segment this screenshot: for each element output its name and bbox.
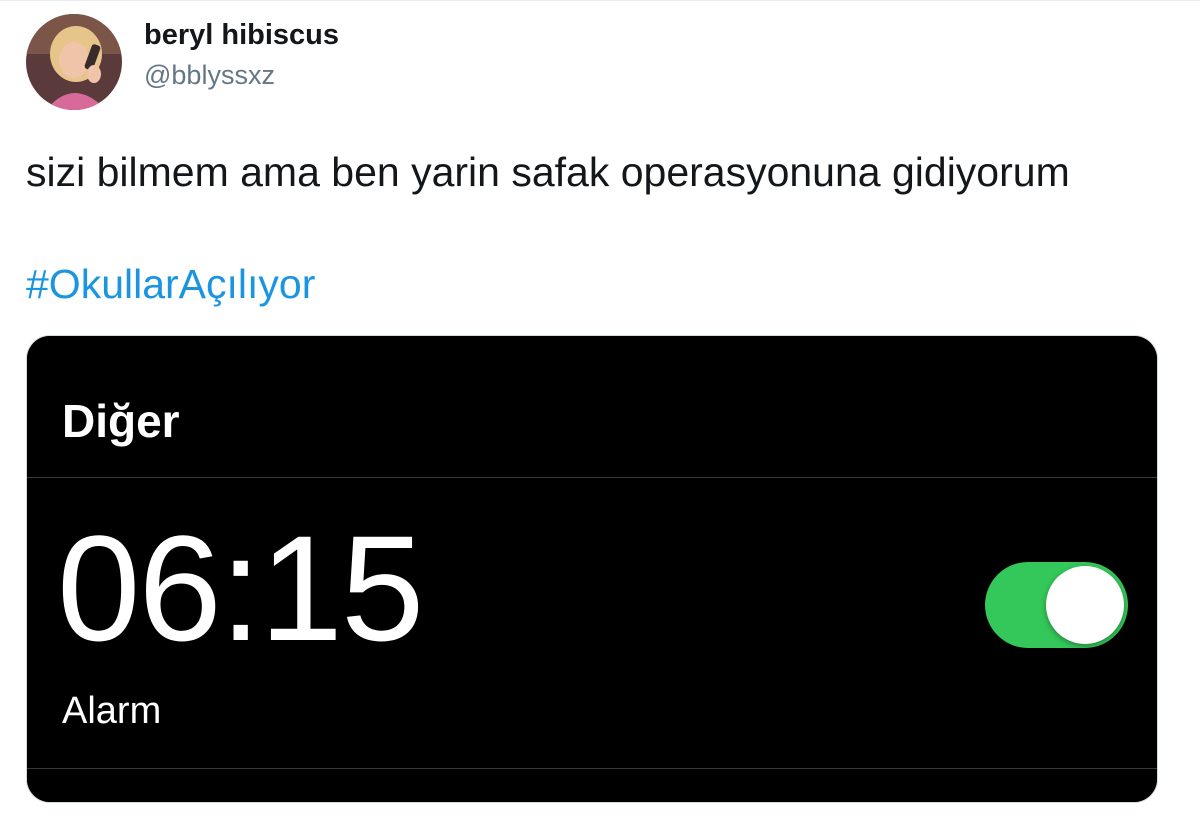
author-display-name[interactable]: beryl hibiscus xyxy=(144,18,339,52)
bottom-divider xyxy=(27,768,1157,769)
author-block: beryl hibiscus @bblyssxz xyxy=(144,18,339,92)
alarm-time: 06:15 xyxy=(57,504,424,672)
tweet-page: beryl hibiscus @bblyssxz sizi bilmem ama… xyxy=(0,0,1200,818)
section-divider xyxy=(27,477,1157,478)
tweet-header: beryl hibiscus @bblyssxz xyxy=(26,14,339,110)
toggle-knob xyxy=(1046,566,1124,644)
tweet-text: sizi bilmem ama ben yarin safak operasyo… xyxy=(26,149,1070,195)
author-handle[interactable]: @bblyssxz xyxy=(144,58,339,92)
alarm-screenshot: Diğer 06:15 Alarm xyxy=(27,336,1157,802)
tweet-media-card[interactable]: Diğer 06:15 Alarm xyxy=(26,335,1158,803)
avatar[interactable] xyxy=(26,14,122,110)
top-divider xyxy=(0,0,1200,1)
avatar-image xyxy=(26,14,122,110)
hashtag-link[interactable]: #OkullarAçılıyor xyxy=(26,258,315,310)
alarm-label: Alarm xyxy=(62,690,162,732)
alarm-section-title: Diğer xyxy=(62,395,180,447)
alarm-toggle-switch[interactable] xyxy=(985,562,1128,648)
